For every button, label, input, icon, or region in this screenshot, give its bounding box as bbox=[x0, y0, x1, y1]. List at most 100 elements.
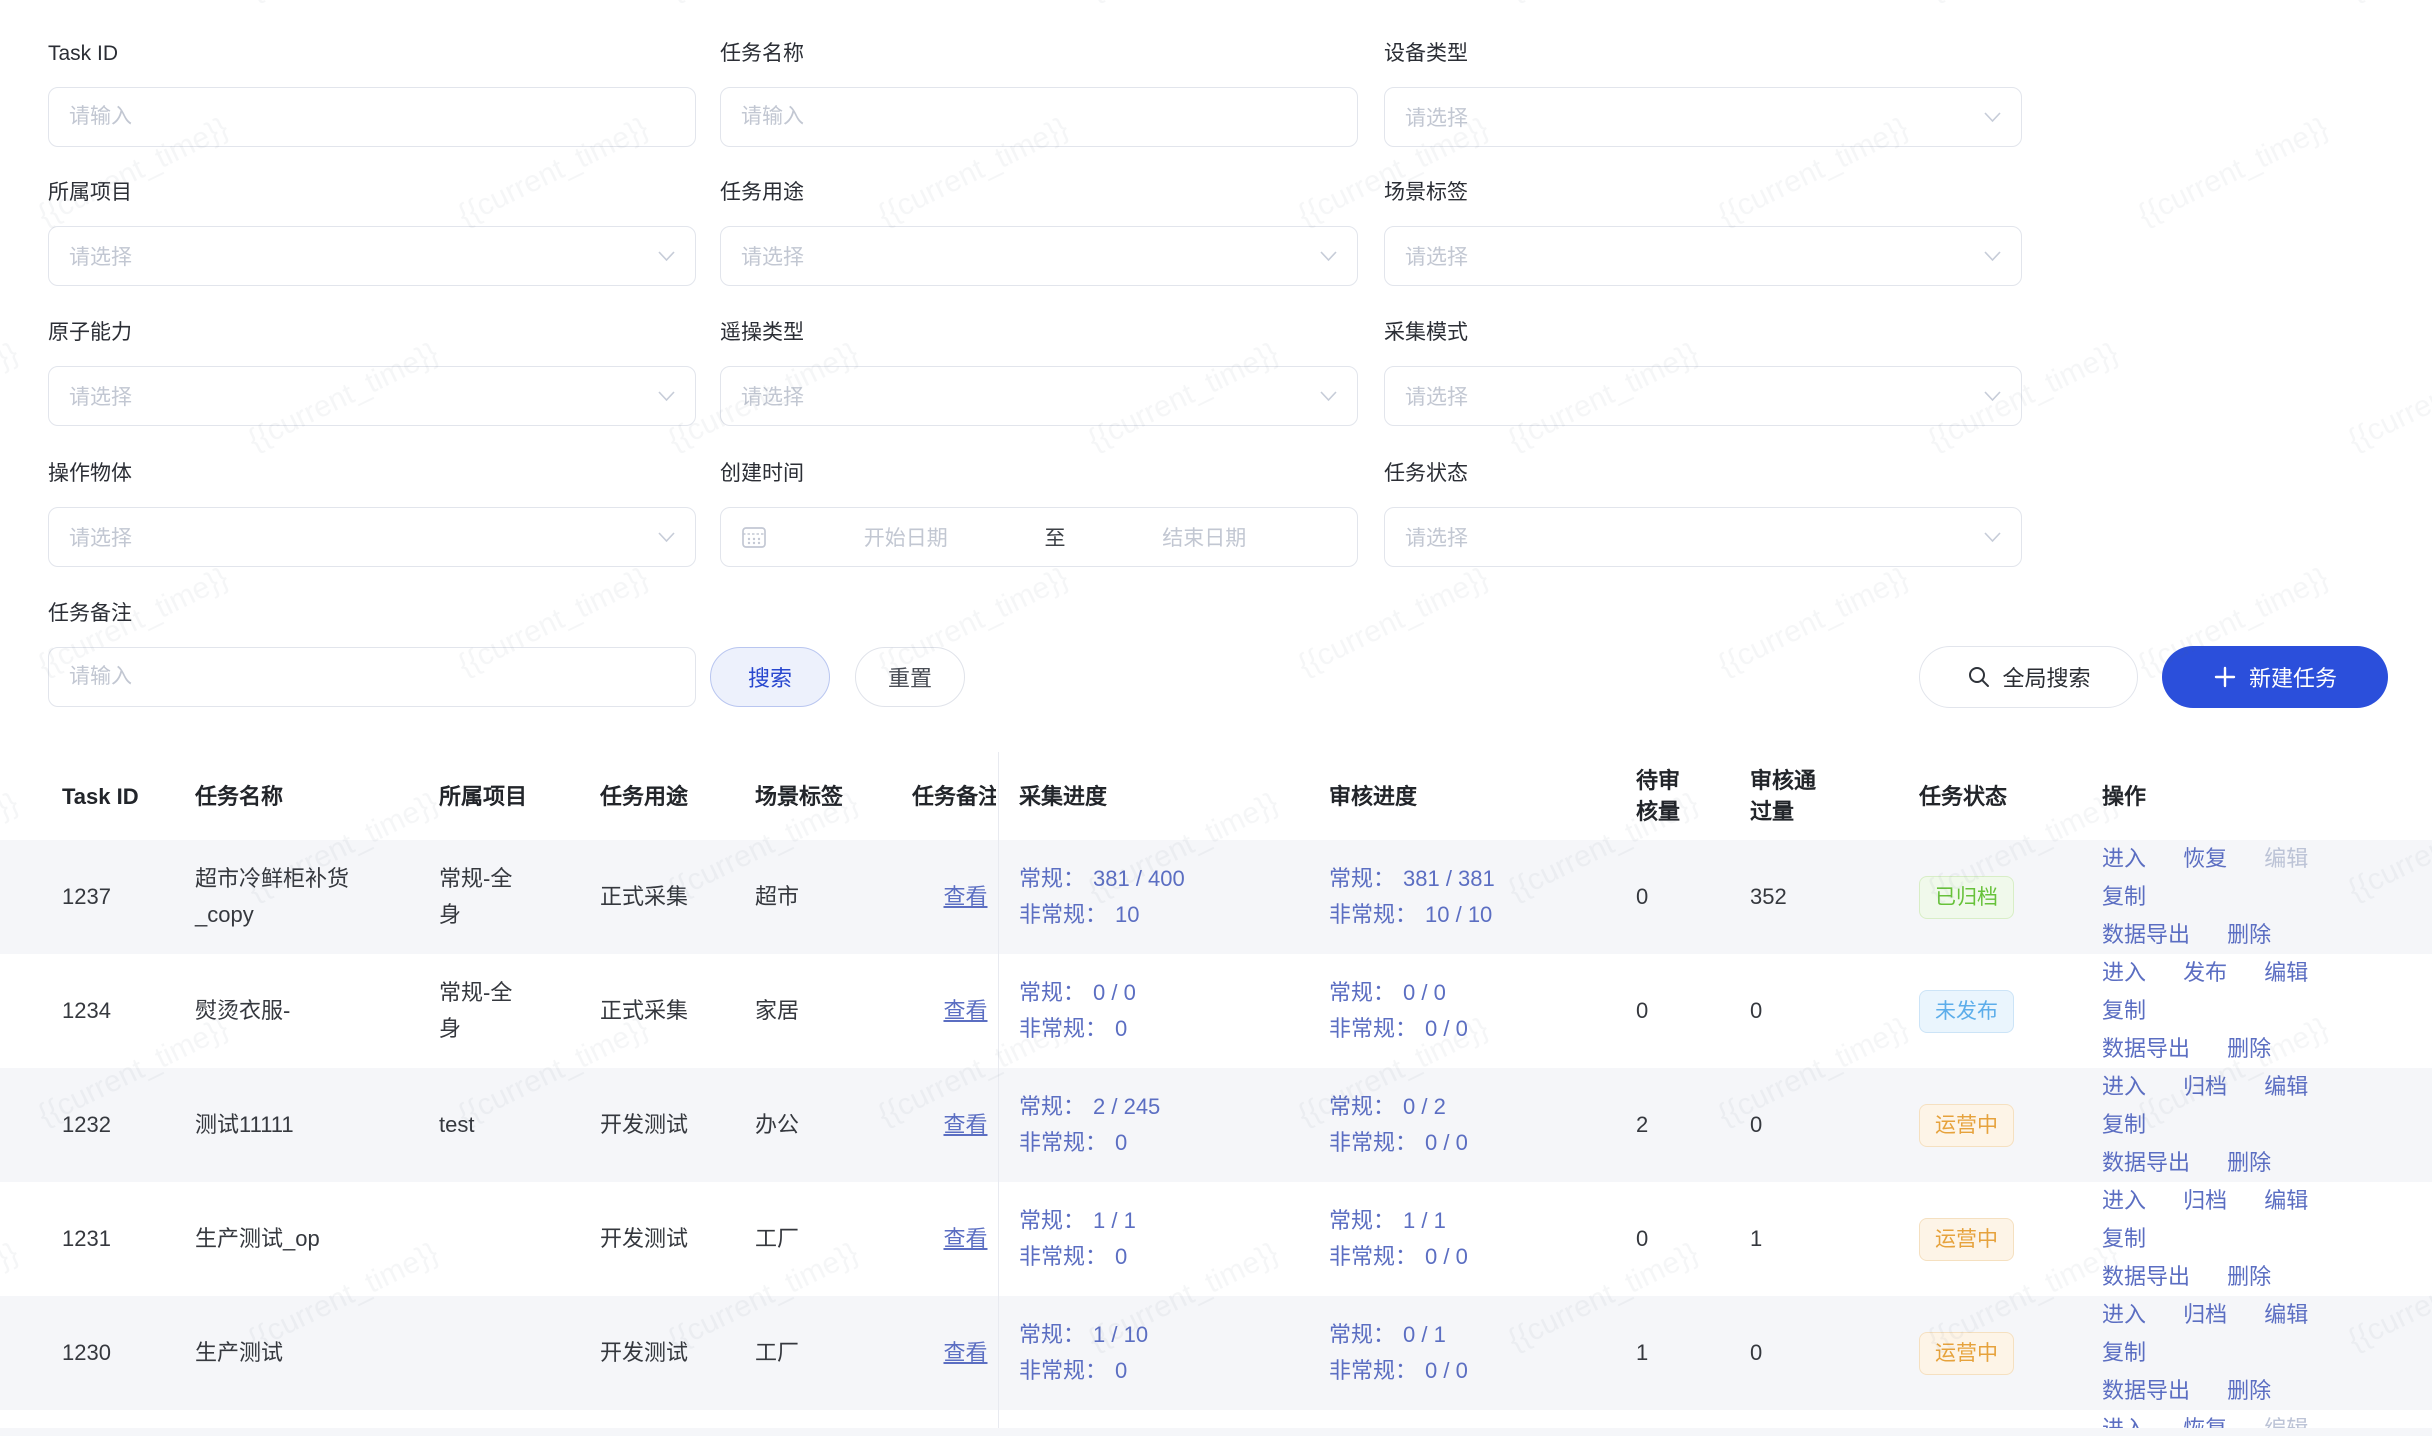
purpose-select[interactable]: 请选择 bbox=[720, 226, 1358, 286]
task-status-select[interactable]: 请选择 bbox=[1384, 507, 2022, 567]
operate-object-select[interactable]: 请选择 bbox=[48, 507, 696, 567]
chevron-down-icon bbox=[1984, 391, 2001, 402]
action-delete[interactable]: 删除 bbox=[2227, 916, 2271, 954]
task-management-page: Task ID 任务名称 设备类型 请选择 所属项目 请选择 任务用途 请选择 … bbox=[0, 0, 2432, 1436]
field-label-task-remark: 任务备注 bbox=[48, 600, 132, 628]
field-label-operate-object: 操作物体 bbox=[48, 460, 132, 488]
field-label-device-type: 设备类型 bbox=[1384, 40, 1468, 68]
cell-scene: 工厂 bbox=[755, 1182, 912, 1296]
action-copy[interactable]: 复制 bbox=[2102, 1220, 2146, 1258]
cell-project: 常规-全 身 bbox=[439, 954, 600, 1068]
action-archive-toggle[interactable]: 归档 bbox=[2183, 1068, 2227, 1106]
cell-review-progress: 常规：0 / 0 非常规：0 / 0 bbox=[1329, 954, 1636, 1068]
view-remark-link[interactable]: 查看 bbox=[943, 1226, 987, 1251]
teleop-type-select[interactable]: 请选择 bbox=[720, 366, 1358, 426]
task-id-input[interactable] bbox=[48, 87, 696, 147]
cell-pending-count: 2 bbox=[1636, 1068, 1750, 1182]
fixed-column-divider bbox=[998, 752, 999, 1436]
reset-button[interactable]: 重置 bbox=[855, 647, 965, 707]
cell-pending-count: 0 bbox=[1636, 840, 1750, 954]
cell-task-name: 测试11111 bbox=[195, 1068, 439, 1182]
task-table: Task ID 任务名称 所属项目 任务用途 场景标签 任务备注 采集进度 审核… bbox=[0, 752, 2432, 1436]
cell-actions: 进入 归档 编辑 复制 数据导出 删除 bbox=[2102, 1182, 2432, 1296]
view-remark-link[interactable]: 查看 bbox=[943, 998, 987, 1023]
action-edit[interactable]: 编辑 bbox=[2264, 1296, 2308, 1334]
view-remark-link[interactable]: 查看 bbox=[943, 1340, 987, 1365]
cell-task-id: 1234 bbox=[0, 954, 195, 1068]
cell-review-progress: 常规：381 / 381 非常规：10 / 10 bbox=[1329, 840, 1636, 954]
cell-scene: 工厂 bbox=[755, 1296, 912, 1410]
action-archive-toggle[interactable]: 恢复 bbox=[2183, 840, 2227, 878]
field-label-teleop-type: 遥操类型 bbox=[720, 319, 804, 347]
action-export[interactable]: 数据导出 bbox=[2102, 916, 2190, 954]
action-copy[interactable]: 复制 bbox=[2102, 992, 2146, 1030]
col-header-scene: 场景标签 bbox=[755, 752, 912, 840]
task-table-body: 1237 超市冷鲜柜补货 _copy 常规-全 身 正式采集 超市 查看 常规：… bbox=[0, 840, 2432, 1436]
action-export[interactable]: 数据导出 bbox=[2102, 1144, 2190, 1182]
view-remark-link[interactable]: 查看 bbox=[943, 884, 987, 909]
create-time-range-picker[interactable]: 开始日期 至 结束日期 bbox=[720, 507, 1358, 567]
table-row: 1234 熨烫衣服- 常规-全 身 正式采集 家居 查看 常规：0 / 0 非常… bbox=[0, 954, 2432, 1068]
chevron-down-icon bbox=[658, 391, 675, 402]
action-edit[interactable]: 编辑 bbox=[2264, 1182, 2308, 1220]
search-button[interactable]: 搜索 bbox=[710, 647, 830, 707]
action-export[interactable]: 数据导出 bbox=[2102, 1372, 2190, 1410]
cell-task-id: 1230 bbox=[0, 1296, 195, 1410]
task-remark-input[interactable] bbox=[48, 647, 696, 707]
global-search-button[interactable]: 全局搜索 bbox=[1919, 646, 2138, 708]
project-select[interactable]: 请选择 bbox=[48, 226, 696, 286]
cell-task-id: 1237 bbox=[0, 840, 195, 954]
scene-tag-select[interactable]: 请选择 bbox=[1384, 226, 2022, 286]
calendar-icon bbox=[741, 524, 767, 550]
col-header-actions: 操作 bbox=[2102, 752, 2432, 840]
col-header-status: 任务状态 bbox=[1919, 752, 2102, 840]
action-copy[interactable]: 复制 bbox=[2102, 1334, 2146, 1372]
action-export[interactable]: 数据导出 bbox=[2102, 1258, 2190, 1296]
action-archive-toggle[interactable]: 归档 bbox=[2183, 1296, 2227, 1334]
action-enter[interactable]: 进入 bbox=[2102, 1182, 2146, 1220]
cell-review-progress: 常规：0 / 1 非常规：0 / 0 bbox=[1329, 1296, 1636, 1410]
action-delete[interactable]: 删除 bbox=[2227, 1030, 2271, 1068]
action-enter[interactable]: 进入 bbox=[2102, 1068, 2146, 1106]
cell-review-progress: 常规：1 / 1 非常规：0 / 0 bbox=[1329, 1182, 1636, 1296]
end-date-placeholder[interactable]: 结束日期 bbox=[1072, 522, 1338, 552]
cell-actions: 进入 恢复 编辑 复制 数据导出 删除 bbox=[2102, 840, 2432, 954]
task-name-input[interactable] bbox=[720, 87, 1358, 147]
cell-project bbox=[439, 1182, 600, 1296]
chevron-down-icon bbox=[658, 251, 675, 262]
col-header-task-id: Task ID bbox=[0, 752, 195, 840]
chevron-down-icon bbox=[1984, 112, 2001, 123]
status-badge: 未发布 bbox=[1919, 990, 2014, 1033]
new-task-button[interactable]: 新建任务 bbox=[2162, 646, 2388, 708]
view-remark-link[interactable]: 查看 bbox=[943, 1112, 987, 1137]
action-enter[interactable]: 进入 bbox=[2102, 840, 2146, 878]
global-search-label: 全局搜索 bbox=[2002, 661, 2090, 693]
cell-pending-count: 0 bbox=[1636, 1182, 1750, 1296]
action-delete[interactable]: 删除 bbox=[2227, 1372, 2271, 1410]
col-header-project: 所属项目 bbox=[439, 752, 600, 840]
action-export[interactable]: 数据导出 bbox=[2102, 1030, 2190, 1068]
atomic-capability-select[interactable]: 请选择 bbox=[48, 366, 696, 426]
action-copy[interactable]: 复制 bbox=[2102, 878, 2146, 916]
status-badge: 运营中 bbox=[1919, 1218, 2014, 1261]
start-date-placeholder[interactable]: 开始日期 bbox=[773, 522, 1039, 552]
action-delete[interactable]: 删除 bbox=[2227, 1258, 2271, 1296]
cell-task-name: 生产测试_op bbox=[195, 1182, 439, 1296]
action-edit[interactable]: 编辑 bbox=[2264, 840, 2308, 878]
cell-collect-progress: 常规：2 / 245 非常规：0 bbox=[1019, 1068, 1329, 1182]
action-archive-toggle[interactable]: 归档 bbox=[2183, 1182, 2227, 1220]
device-type-select[interactable]: 请选择 bbox=[1384, 87, 2022, 147]
cell-pending-count: 1 bbox=[1636, 1296, 1750, 1410]
action-copy[interactable]: 复制 bbox=[2102, 1106, 2146, 1144]
cell-actions: 进入 归档 编辑 复制 数据导出 删除 bbox=[2102, 1296, 2432, 1410]
action-edit[interactable]: 编辑 bbox=[2264, 954, 2308, 992]
action-delete[interactable]: 删除 bbox=[2227, 1144, 2271, 1182]
action-edit[interactable]: 编辑 bbox=[2264, 1068, 2308, 1106]
cell-passed-count: 352 bbox=[1750, 840, 1919, 954]
action-enter[interactable]: 进入 bbox=[2102, 954, 2146, 992]
action-archive-toggle[interactable]: 发布 bbox=[2183, 954, 2227, 992]
cell-actions: 进入 归档 编辑 复制 数据导出 删除 bbox=[2102, 1068, 2432, 1182]
collect-mode-select[interactable]: 请选择 bbox=[1384, 366, 2022, 426]
plus-icon bbox=[2213, 665, 2237, 689]
action-enter[interactable]: 进入 bbox=[2102, 1296, 2146, 1334]
